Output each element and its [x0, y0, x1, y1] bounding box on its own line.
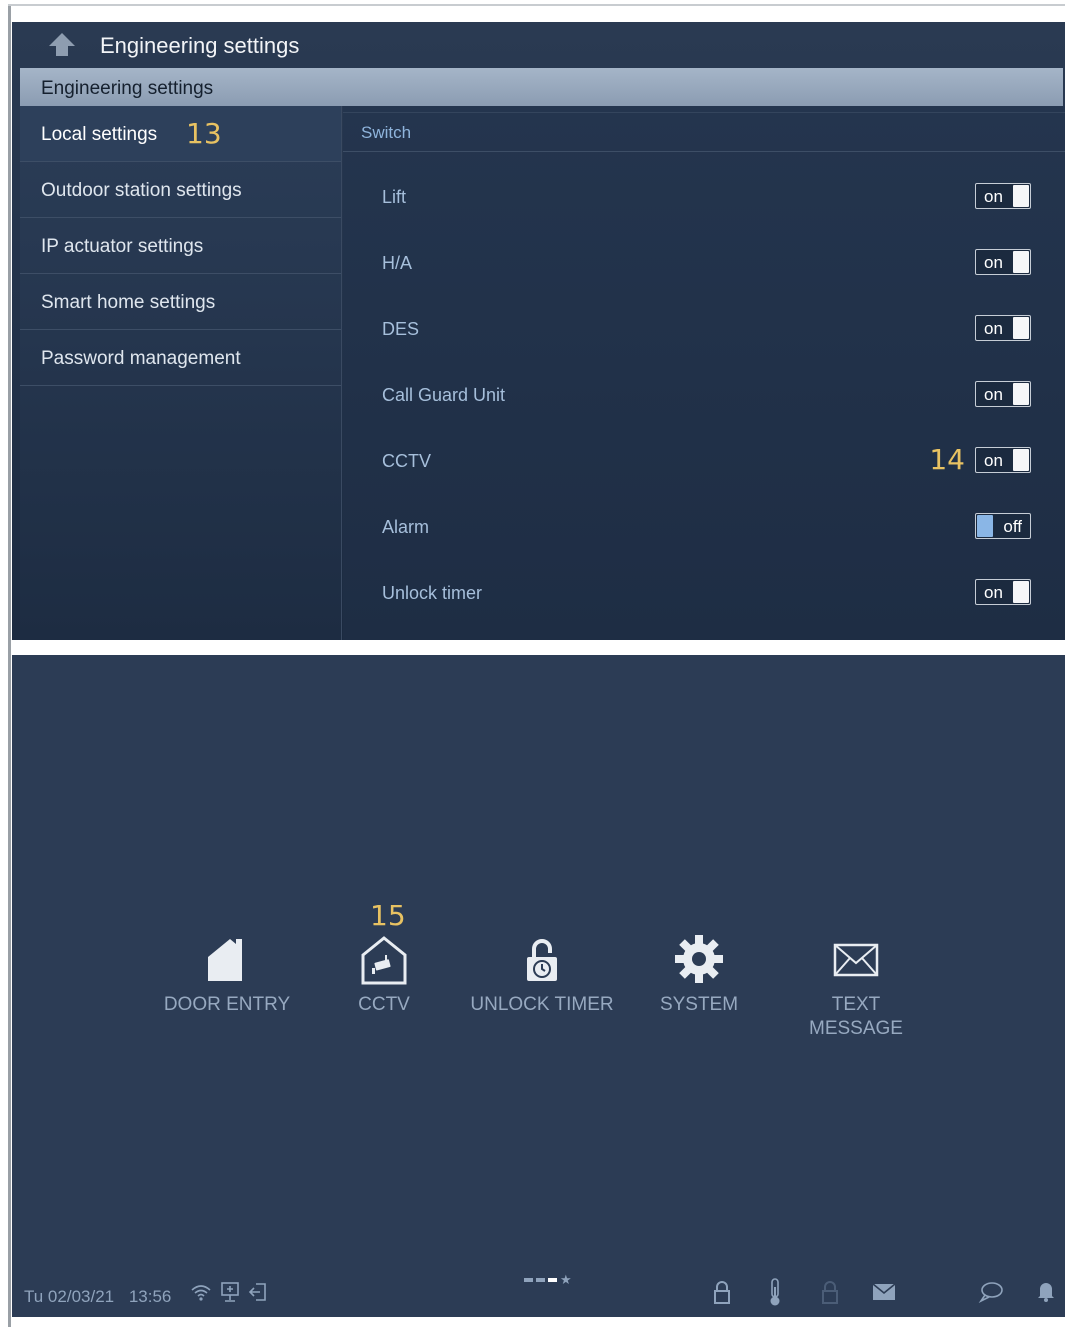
wifi-icon: [191, 1285, 211, 1301]
sidebar-item-ip-actuator-settings[interactable]: IP actuator settings: [20, 218, 341, 274]
system-tile[interactable]: SYSTEM: [619, 935, 779, 1017]
home-screen: 15 DOOR ENTRY CCTV UNLOCK TIMER SYSTEM T…: [12, 655, 1065, 1317]
switch-row-des: DES on: [343, 297, 1065, 363]
sidebar-item-password-management[interactable]: Password management: [20, 330, 341, 386]
date-time: Tu 02/03/21 13:56: [24, 1287, 171, 1307]
switch-row-cctv: CCTV 14 on: [343, 429, 1065, 495]
switch-label: Alarm: [382, 517, 430, 537]
toggle-state-text: on: [984, 583, 1003, 602]
engineering-settings-screen: Engineering settings Engineering setting…: [12, 22, 1065, 640]
toggle-knob: [1013, 185, 1029, 207]
switch-label: CCTV: [382, 451, 431, 471]
lock-timer-icon: [527, 939, 557, 981]
lift-toggle[interactable]: on: [975, 183, 1031, 209]
toggle-state-text: on: [984, 253, 1003, 272]
chat-icon[interactable]: [978, 1281, 1004, 1303]
text-message-tile[interactable]: TEXT MESSAGE: [776, 935, 936, 1041]
tile-label: TEXT MESSAGE: [809, 994, 903, 1039]
switch-row-lift: Lift on: [343, 165, 1065, 231]
camera-house-icon: [361, 936, 407, 985]
thermometer-icon[interactable]: [768, 1277, 782, 1307]
mail-icon[interactable]: [872, 1283, 896, 1301]
toggle-knob: [1013, 383, 1029, 405]
toggle-knob: [1013, 317, 1029, 339]
section-header: Engineering settings: [20, 68, 1063, 106]
callout-number: 14: [929, 443, 965, 476]
gear-icon: [675, 935, 723, 983]
unlock-timer-tile[interactable]: UNLOCK TIMER: [462, 935, 622, 1017]
toggle-knob: [1013, 251, 1029, 273]
settings-sidebar: Local settings 13 Outdoor station settin…: [20, 106, 342, 640]
toggle-state-text: on: [984, 319, 1003, 338]
cctv-toggle[interactable]: on: [975, 447, 1031, 473]
switch-row-call-guard-unit: Call Guard Unit on: [343, 363, 1065, 429]
envelope-icon: [833, 943, 879, 977]
title-bar: Engineering settings: [12, 22, 1065, 68]
tile-label: SYSTEM: [659, 994, 739, 1015]
sidebar-item-outdoor-station-settings[interactable]: Outdoor station settings: [20, 162, 341, 218]
frame-border: [8, 4, 11, 1327]
switch-label: Call Guard Unit: [382, 385, 506, 405]
exit-icon: [248, 1283, 266, 1301]
cctv-tile[interactable]: CCTV: [304, 935, 464, 1017]
page-title: Engineering settings: [100, 33, 300, 58]
sidebar-item-label: Local settings: [41, 124, 158, 145]
tile-label: DOOR ENTRY: [163, 994, 291, 1015]
unlock-timer-toggle[interactable]: on: [975, 579, 1031, 605]
lock-dim-icon[interactable]: [820, 1279, 840, 1305]
sidebar-item-label: Password management: [41, 348, 241, 369]
toggle-state-text: on: [984, 451, 1003, 470]
back-button[interactable]: [44, 30, 80, 60]
house-icon: [208, 939, 242, 981]
switch-section-header: Switch: [343, 112, 1065, 152]
back-arrow-icon: [49, 33, 75, 56]
sidebar-item-local-settings[interactable]: Local settings 13: [20, 106, 341, 162]
sidebar-item-label: Outdoor station settings: [41, 180, 242, 201]
call-guard-unit-toggle[interactable]: on: [975, 381, 1031, 407]
ha-toggle[interactable]: on: [975, 249, 1031, 275]
toggle-knob: [1013, 581, 1029, 603]
monitor-icon: [221, 1282, 239, 1302]
toggle-state-text: on: [984, 187, 1003, 206]
alarm-toggle[interactable]: off: [975, 513, 1031, 539]
door-entry-tile[interactable]: DOOR ENTRY: [147, 935, 307, 1017]
bell-icon[interactable]: [1036, 1279, 1056, 1303]
callout-number: 13: [186, 117, 222, 150]
switch-label: Unlock timer: [382, 583, 483, 603]
toggle-knob: [1013, 449, 1029, 471]
toggle-knob: [977, 515, 993, 537]
switch-label: H/A: [382, 253, 413, 273]
callout-number: 15: [370, 899, 406, 932]
tile-label: UNLOCK TIMER: [470, 994, 614, 1015]
switch-panel: Switch Lift on H/A on DES on Call Guard …: [343, 106, 1065, 640]
lock-icon[interactable]: [712, 1279, 732, 1305]
toggle-state-text: off: [1003, 517, 1022, 536]
date-text: Tu 02/03/21: [24, 1287, 115, 1306]
sidebar-item-smart-home-settings[interactable]: Smart home settings: [20, 274, 341, 330]
sidebar-item-label: IP actuator settings: [41, 236, 204, 257]
switch-row-ha: H/A on: [343, 231, 1065, 297]
switch-label: Lift: [382, 187, 407, 207]
frame-border-top: [8, 4, 1065, 6]
time-text: 13:56: [128, 1287, 172, 1306]
switch-label: DES: [382, 319, 420, 339]
status-bar: Tu 02/03/21 13:56: [12, 1263, 1065, 1317]
sidebar-item-label: Smart home settings: [41, 292, 216, 313]
tile-label: CCTV: [358, 994, 410, 1015]
switch-row-unlock-timer: Unlock timer on: [343, 561, 1065, 627]
switch-row-alarm: Alarm off: [343, 495, 1065, 561]
des-toggle[interactable]: on: [975, 315, 1031, 341]
toggle-state-text: on: [984, 385, 1003, 404]
